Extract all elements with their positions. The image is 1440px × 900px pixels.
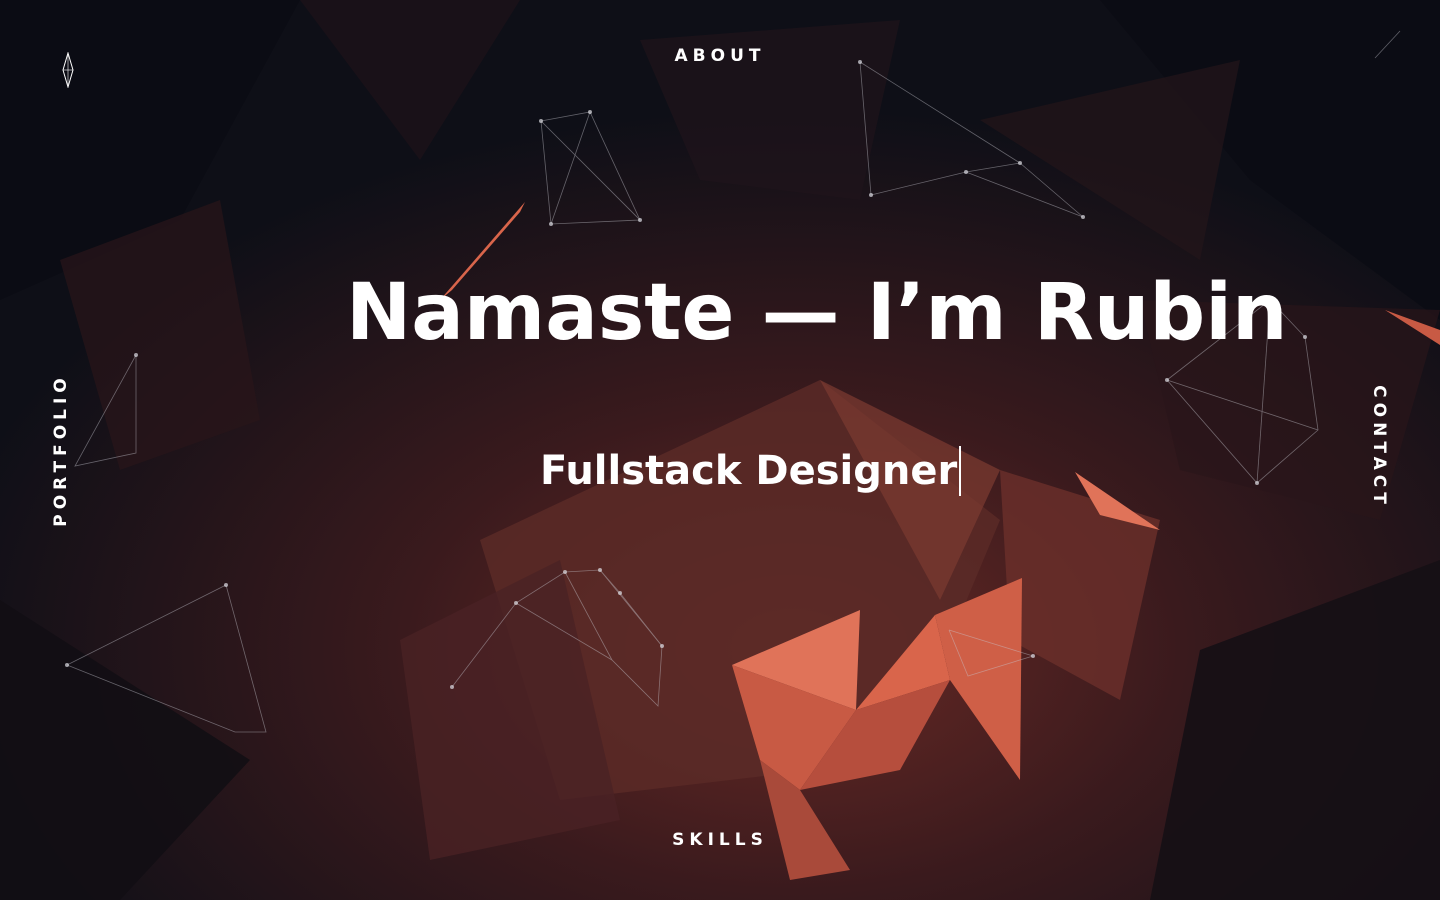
nav-skills-link[interactable]: SKILLS xyxy=(0,830,1440,850)
hero-title: Namaste — I’m Rubin xyxy=(346,268,1288,358)
nav-portfolio-link[interactable]: PORTFOLIO xyxy=(51,373,71,527)
hero-subtitle-wrapper: Fullstack Designer xyxy=(540,446,962,496)
hero-subtitle: Fullstack Designer xyxy=(540,448,958,494)
nav-contact-link[interactable]: CONTACT xyxy=(1369,385,1389,509)
typing-caret xyxy=(959,446,962,496)
nav-about-link[interactable]: ABOUT xyxy=(0,46,1440,66)
